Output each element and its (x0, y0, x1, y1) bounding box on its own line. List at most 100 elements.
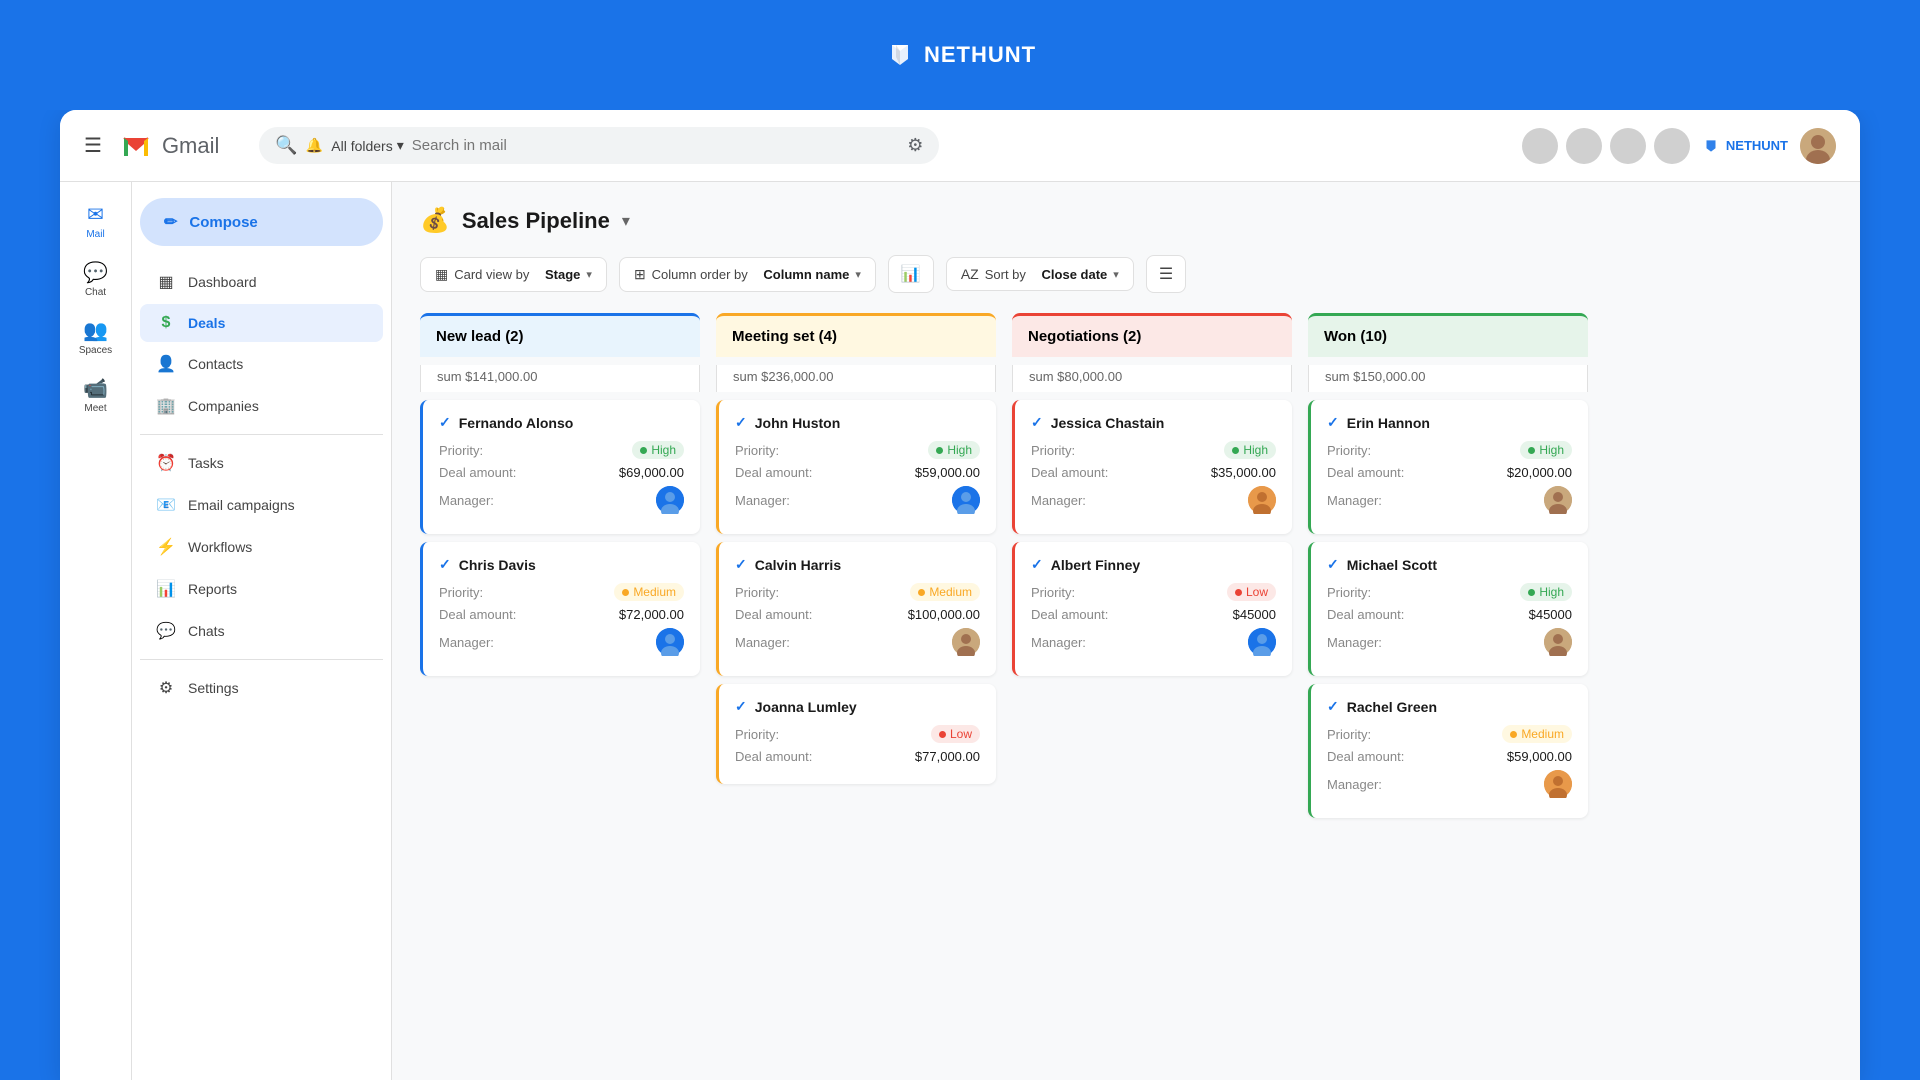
priority-dot-michael (1528, 589, 1535, 596)
nav-item-settings[interactable]: ⚙ Settings (140, 668, 383, 708)
priority-badge-jessica: High (1224, 441, 1276, 459)
sidebar-icon-meet[interactable]: 📹 Meet (64, 368, 128, 422)
sidebar-icon-spaces[interactable]: 👥 Spaces (64, 310, 128, 364)
deal-manager-erin: Manager: (1327, 486, 1572, 514)
nav-item-companies[interactable]: 🏢 Companies (140, 386, 383, 426)
search-input[interactable] (412, 137, 900, 154)
view-controls: ▦ Card view by Stage ▾ ⊞ Column order by… (420, 255, 1832, 293)
reports-icon: 📊 (156, 579, 176, 599)
nav-item-deals[interactable]: $ Deals (140, 304, 383, 342)
priority-dot-rachel (1510, 731, 1517, 738)
spaces-icon: 👥 (83, 318, 108, 343)
nav-divider-2 (140, 659, 383, 660)
nethunt-logo-top: NETHUNT (884, 39, 1036, 71)
nav-item-dashboard[interactable]: ▦ Dashboard (140, 262, 383, 302)
sort-value: Close date (1042, 267, 1108, 282)
kanban-board: New lead (2) sum $141,000.00 ✓ Fernando … (420, 313, 1832, 1056)
nav-item-tasks[interactable]: ⏰ Tasks (140, 443, 383, 483)
col-sum-meeting-set: sum $236,000.00 (716, 365, 996, 392)
deal-amount-john: Deal amount: $59,000.00 (735, 465, 980, 480)
priority-dot-chris (622, 589, 629, 596)
nav-item-email-campaigns[interactable]: 📧 Email campaigns (140, 485, 383, 525)
mail-label: Mail (86, 229, 104, 240)
deal-card-albert[interactable]: ✓ Albert Finney Priority: Low Deal amoun… (1012, 542, 1292, 676)
deal-card-chris[interactable]: ✓ Chris Davis Priority: Medium Deal amou… (420, 542, 700, 676)
priority-badge-calvin: Medium (910, 583, 980, 601)
deal-manager-michael: Manager: (1327, 628, 1572, 656)
check-icon-michael: ✓ (1327, 556, 1339, 573)
deal-card-rachel[interactable]: ✓ Rachel Green Priority: Medium Deal amo… (1308, 684, 1588, 818)
deal-amount-value-john: $59,000.00 (915, 465, 980, 480)
deal-amount-value-jessica: $35,000.00 (1211, 465, 1276, 480)
col-sum-negotiations: sum $80,000.00 (1012, 365, 1292, 392)
meet-icon: 📹 (83, 376, 108, 401)
header-circle-1 (1522, 128, 1558, 164)
reports-label: Reports (188, 581, 237, 597)
deal-card-jessica[interactable]: ✓ Jessica Chastain Priority: High Deal a… (1012, 400, 1292, 534)
deal-manager-calvin: Manager: (735, 628, 980, 656)
pipeline-chevron-icon[interactable]: ▾ (622, 211, 630, 231)
hamburger-icon[interactable]: ☰ (84, 133, 102, 158)
deal-amount-value-fernando: $69,000.00 (619, 465, 684, 480)
settings-label: Settings (188, 680, 239, 696)
manager-avatar-jessica (1248, 486, 1276, 514)
deal-name-joanna: ✓ Joanna Lumley (735, 698, 980, 715)
deal-name-erin: ✓ Erin Hannon (1327, 414, 1572, 431)
deal-card-erin[interactable]: ✓ Erin Hannon Priority: High Deal amount… (1308, 400, 1588, 534)
deal-manager-albert: Manager: (1031, 628, 1276, 656)
compose-button[interactable]: ✏ Compose (140, 198, 383, 246)
nav-item-chats[interactable]: 💬 Chats (140, 611, 383, 651)
deal-card-michael[interactable]: ✓ Michael Scott Priority: High Deal amou… (1308, 542, 1588, 676)
deal-amount-rachel: Deal amount: $59,000.00 (1327, 749, 1572, 764)
manager-avatar-rachel (1544, 770, 1572, 798)
col-sum-value-negotiations: sum $80,000.00 (1029, 369, 1122, 384)
check-icon-chris: ✓ (439, 556, 451, 573)
col-header-new-lead: New lead (2) (420, 313, 700, 357)
priority-dot-jessica (1232, 447, 1239, 454)
manager-avatar-albert (1248, 628, 1276, 656)
compose-label: Compose (189, 214, 257, 231)
spaces-label: Spaces (79, 345, 112, 356)
deal-amount-jessica: Deal amount: $35,000.00 (1031, 465, 1276, 480)
search-bar: 🔍 🔔 All folders ▾ ⚙ (259, 127, 939, 164)
sort-button[interactable]: AZ Sort by Close date ▾ (946, 257, 1134, 291)
deal-card-fernando[interactable]: ✓ Fernando Alonso Priority: High Deal am… (420, 400, 700, 534)
sidebar-icon-mail[interactable]: ✉ Mail (64, 194, 128, 248)
chat-icon: 💬 (83, 260, 108, 285)
all-folders-dropdown[interactable]: All folders ▾ (331, 137, 404, 154)
deal-amount-calvin: Deal amount: $100,000.00 (735, 607, 980, 622)
col-sum-value-won: sum $150,000.00 (1325, 369, 1425, 384)
deal-card-joanna[interactable]: ✓ Joanna Lumley Priority: Low Deal amoun… (716, 684, 996, 784)
priority-dot-albert (1235, 589, 1242, 596)
column-order-button[interactable]: ⊞ Column order by Column name ▾ (619, 257, 876, 292)
card-view-button[interactable]: ▦ Card view by Stage ▾ (420, 257, 607, 292)
nav-item-contacts[interactable]: 👤 Contacts (140, 344, 383, 384)
deal-amount-albert: Deal amount: $45000 (1031, 607, 1276, 622)
sort-lines-icon-button[interactable]: ☰ (1146, 255, 1186, 293)
deals-label: Deals (188, 315, 225, 331)
user-avatar-img (1800, 128, 1836, 164)
chart-icon-button[interactable]: 📊 (888, 255, 934, 293)
user-avatar[interactable] (1800, 128, 1836, 164)
check-icon-erin: ✓ (1327, 414, 1339, 431)
column-order-chevron-icon: ▾ (855, 268, 861, 281)
col-header-meeting-set: Meeting set (4) (716, 313, 996, 357)
deal-amount-erin: Deal amount: $20,000.00 (1327, 465, 1572, 480)
header-circle-2 (1566, 128, 1602, 164)
filter-icon[interactable]: ⚙ (907, 135, 923, 156)
manager-avatar-fernando (656, 486, 684, 514)
deal-card-calvin[interactable]: ✓ Calvin Harris Priority: Medium Deal am… (716, 542, 996, 676)
deal-priority-joanna: Priority: Low (735, 725, 980, 743)
priority-badge-rachel: Medium (1502, 725, 1572, 743)
col-title-won: Won (10) (1324, 328, 1387, 345)
deal-card-john[interactable]: ✓ John Huston Priority: High Deal amount… (716, 400, 996, 534)
sidebar-icon-chat[interactable]: 💬 Chat (64, 252, 128, 306)
manager-avatar-john (952, 486, 980, 514)
nav-item-workflows[interactable]: ⚡ Workflows (140, 527, 383, 567)
col-sum-won: sum $150,000.00 (1308, 365, 1588, 392)
deal-amount-value-albert: $45000 (1233, 607, 1276, 622)
deal-manager-fernando: Manager: (439, 486, 684, 514)
card-view-value: Stage (545, 267, 580, 282)
column-order-label: Column order by (652, 267, 748, 282)
nav-item-reports[interactable]: 📊 Reports (140, 569, 383, 609)
